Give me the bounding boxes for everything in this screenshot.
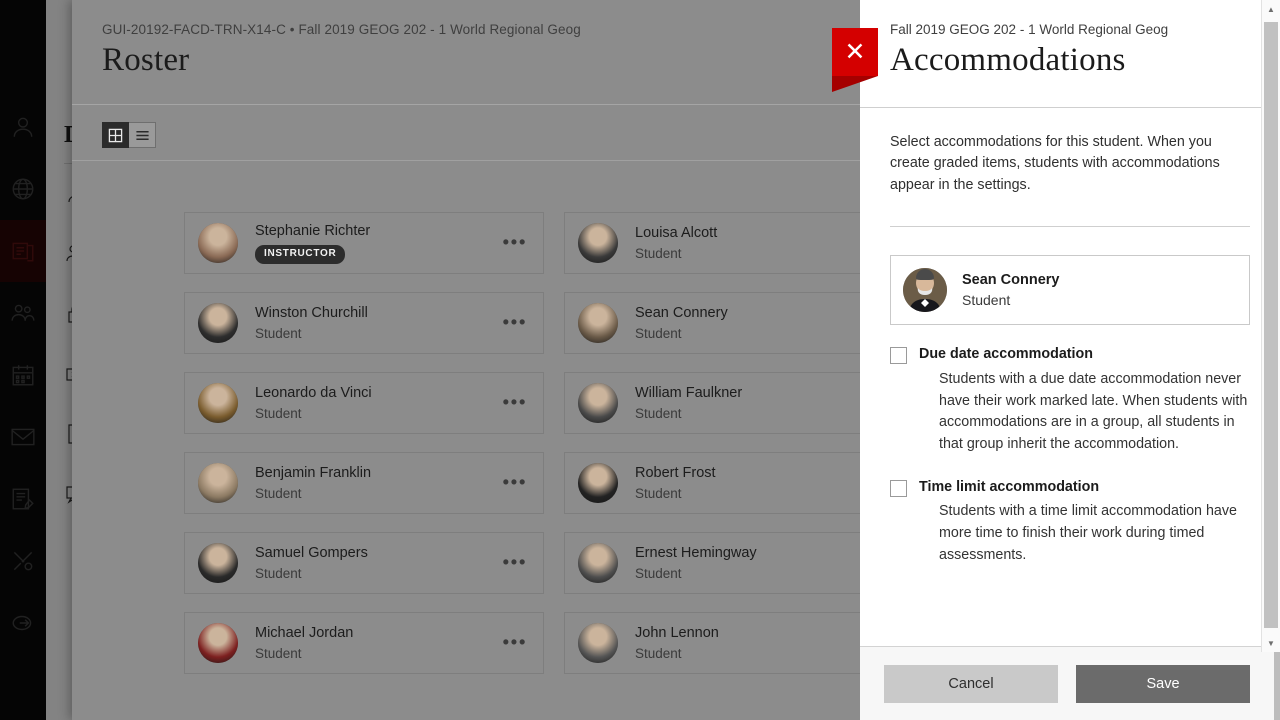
panel-header: Fall 2019 GEOG 202 - 1 World Regional Ge… — [860, 0, 1280, 108]
list-view-icon[interactable] — [129, 122, 156, 148]
app-screen: D — [0, 0, 1280, 720]
roster-person-role: Student — [255, 325, 368, 342]
roster-person-text: Ernest Hemingway Student — [635, 544, 757, 582]
avatar — [198, 623, 238, 663]
roster-person-name: Michael Jordan — [255, 624, 353, 643]
roster-person-name: Benjamin Franklin — [255, 464, 371, 483]
panel-scrollbar[interactable]: ▲ ▼ — [1261, 0, 1280, 652]
roster-breadcrumb: GUI-20192-FACD-TRN-X14-C • Fall 2019 GEO… — [102, 22, 581, 37]
roster-person-text: Winston Churchill Student — [255, 304, 368, 342]
roster-person-role: Student — [255, 565, 368, 582]
roster-person-text: Louisa Alcott Student — [635, 224, 717, 262]
roster-grid: Stephanie Richter INSTRUCTOR ••• Louisa Alc… — [72, 161, 932, 674]
roster-person-text: Benjamin Franklin Student — [255, 464, 371, 502]
roster-person-text: Michael Jordan Student — [255, 624, 353, 662]
roster-person-name: John Lennon — [635, 624, 719, 643]
roster-person-text: Leonardo da Vinci Student — [255, 384, 372, 422]
roster-person-name: Winston Churchill — [255, 304, 368, 323]
roster-person-role: Student — [255, 485, 371, 502]
avatar — [198, 463, 238, 503]
time-limit-accommodation-description: Students with a time limit accommodation… — [919, 501, 1250, 566]
roster-person-text: Stephanie Richter INSTRUCTOR — [255, 222, 370, 263]
roster-person-card[interactable]: Samuel Gompers Student ••• — [184, 532, 544, 594]
roster-person-name: Stephanie Richter — [255, 222, 370, 241]
avatar — [198, 303, 238, 343]
selected-student-text: Sean Connery Student — [962, 271, 1060, 309]
roster-person-text: Samuel Gompers Student — [255, 544, 368, 582]
selected-student-role: Student — [962, 291, 1060, 309]
roster-person-more-icon[interactable]: ••• — [503, 554, 527, 573]
selected-student-card: Sean Connery Student — [890, 255, 1250, 325]
scrollbar-thumb[interactable] — [1264, 22, 1278, 628]
roster-person-name: Sean Connery — [635, 304, 728, 323]
roster-person-role: Student — [635, 245, 717, 262]
time-limit-accommodation-option[interactable]: Time limit accommodation Students with a… — [890, 478, 1250, 567]
roster-person-role: Student — [255, 405, 372, 422]
roster-person-name: Ernest Hemingway — [635, 544, 757, 563]
accommodations-panel: Fall 2019 GEOG 202 - 1 World Regional Ge… — [860, 0, 1280, 720]
roster-person-card[interactable]: Leonardo da Vinci Student ••• — [184, 372, 544, 434]
roster-person-name: Samuel Gompers — [255, 544, 368, 563]
roster-person-more-icon[interactable]: ••• — [503, 474, 527, 493]
roster-person-name: William Faulkner — [635, 384, 742, 403]
avatar — [903, 268, 947, 312]
scroll-up-icon[interactable]: ▲ — [1262, 0, 1280, 18]
roster-person-card[interactable]: Benjamin Franklin Student ••• — [184, 452, 544, 514]
roster-person-more-icon[interactable]: ••• — [503, 394, 527, 413]
roster-person-more-icon[interactable]: ••• — [503, 234, 527, 253]
panel-intro-text: Select accommodations for this student. … — [890, 108, 1238, 196]
panel-breadcrumb: Fall 2019 GEOG 202 - 1 World Regional Ge… — [890, 22, 1168, 37]
roster-person-card[interactable]: Michael Jordan Student ••• — [184, 612, 544, 674]
panel-divider — [890, 226, 1250, 227]
scroll-down-icon[interactable]: ▼ — [1262, 634, 1280, 652]
grid-view-icon[interactable] — [102, 122, 129, 148]
due-date-accommodation-label: Due date accommodation — [919, 345, 1250, 364]
close-button[interactable]: ✕ — [832, 28, 878, 76]
roster-person-name: Robert Frost — [635, 464, 716, 483]
roster-person-more-icon[interactable]: ••• — [503, 314, 527, 333]
time-limit-accommodation-label: Time limit accommodation — [919, 478, 1250, 497]
roster-person-text: Robert Frost Student — [635, 464, 716, 502]
roster-person-role: Student — [635, 565, 757, 582]
roster-person-text: John Lennon Student — [635, 624, 719, 662]
panel-footer: Cancel Save — [860, 646, 1280, 720]
avatar — [198, 543, 238, 583]
avatar — [578, 543, 618, 583]
avatar — [578, 383, 618, 423]
time-limit-accommodation-checkbox[interactable] — [890, 480, 907, 497]
roster-person-role: Student — [635, 405, 742, 422]
roster-person-more-icon[interactable]: ••• — [503, 634, 527, 653]
close-icon: ✕ — [832, 28, 878, 76]
roster-person-name: Louisa Alcott — [635, 224, 717, 243]
save-button[interactable]: Save — [1076, 665, 1250, 703]
roster-person-text: William Faulkner Student — [635, 384, 742, 422]
avatar — [198, 383, 238, 423]
due-date-accommodation-option[interactable]: Due date accommodation Students with a d… — [890, 345, 1250, 455]
panel-body: Select accommodations for this student. … — [860, 108, 1280, 646]
due-date-accommodation-checkbox[interactable] — [890, 347, 907, 364]
roster-person-name: Leonardo da Vinci — [255, 384, 372, 403]
avatar — [578, 303, 618, 343]
avatar — [578, 623, 618, 663]
panel-title: Accommodations — [890, 42, 1126, 79]
avatar — [198, 223, 238, 263]
status-badge: INSTRUCTOR — [255, 245, 345, 264]
avatar — [578, 463, 618, 503]
due-date-accommodation-description: Students with a due date accommodation n… — [919, 369, 1250, 456]
avatar — [578, 223, 618, 263]
roster-person-card[interactable]: Stephanie Richter INSTRUCTOR ••• — [184, 212, 544, 274]
selected-student-name: Sean Connery — [962, 271, 1060, 290]
roster-person-role: Student — [635, 485, 716, 502]
roster-person-text: Sean Connery Student — [635, 304, 728, 342]
roster-page-title: Roster — [102, 42, 189, 79]
roster-list: Stephanie Richter INSTRUCTOR ••• Louisa Alc… — [72, 161, 932, 720]
roster-person-card[interactable]: Winston Churchill Student ••• — [184, 292, 544, 354]
scrollbar-track[interactable] — [1264, 18, 1278, 634]
roster-person-role: Student — [635, 325, 728, 342]
roster-person-role: Student — [635, 645, 719, 662]
cancel-button[interactable]: Cancel — [884, 665, 1058, 703]
view-toggle — [102, 122, 156, 148]
roster-person-role: Student — [255, 645, 353, 662]
